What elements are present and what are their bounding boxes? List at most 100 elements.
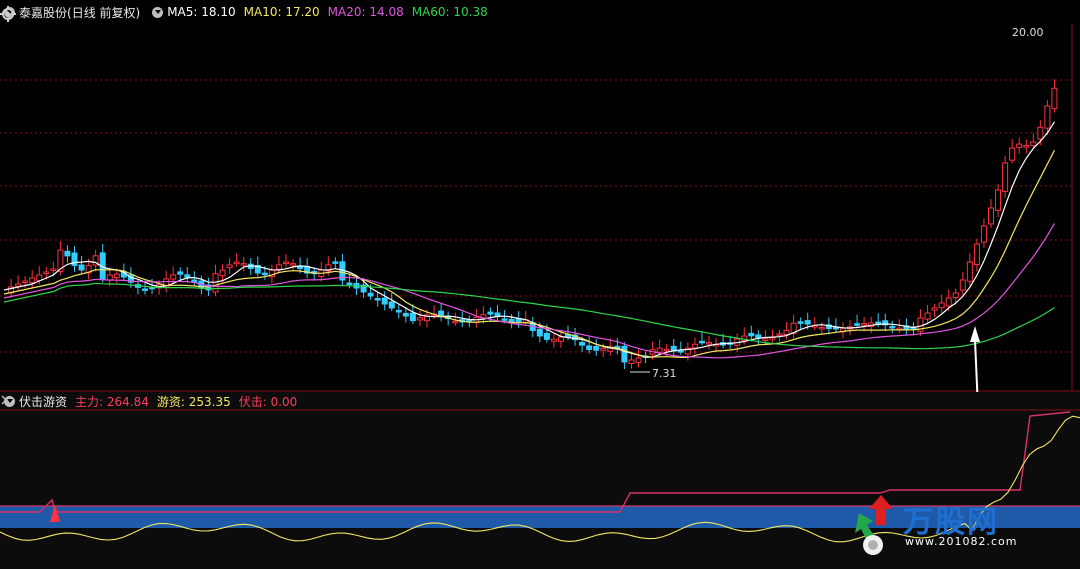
candle-body: [663, 348, 670, 352]
candle-body: [346, 282, 353, 285]
close-icon[interactable]: [0, 394, 12, 406]
candle-body: [29, 277, 36, 283]
candle-body: [275, 264, 282, 270]
candle-body: [980, 225, 987, 243]
candle-body: [995, 189, 1002, 211]
candle-body: [536, 328, 543, 337]
candle-body: [261, 272, 268, 276]
candle-body: [854, 323, 861, 326]
candle-body: [78, 264, 85, 271]
candle-body: [409, 312, 416, 322]
candle-body: [290, 263, 297, 266]
candle-body: [1051, 87, 1058, 110]
candle-body: [924, 312, 931, 320]
candle-body: [501, 318, 508, 321]
candle-body: [1030, 141, 1037, 147]
ma60-value: MA60: 10.38: [411, 5, 488, 19]
candle-body: [1037, 126, 1044, 140]
price-top-label: 20.00: [1012, 26, 1044, 39]
ma60-line: [3, 282, 1055, 350]
candle-body: [233, 261, 240, 265]
signal-arrow-head: [970, 326, 980, 342]
candle-body: [113, 273, 120, 279]
ma20-line: [3, 223, 1056, 359]
candle-body: [36, 274, 43, 281]
candle-body: [635, 357, 642, 363]
candle-body: [283, 261, 289, 265]
candle-body: [755, 334, 762, 339]
candle-body: [543, 332, 550, 340]
price-chart-panel[interactable]: 20.00 7.31 泰嘉股份 (日线 前复权) MA5: 18.10 MA10:…: [0, 0, 1080, 392]
candle-body: [959, 279, 966, 291]
candle-body: [776, 333, 783, 336]
candle-body: [240, 263, 247, 266]
candle-body: [1016, 143, 1023, 148]
candle-body: [557, 336, 564, 342]
period-label[interactable]: (日线 前复权): [67, 4, 140, 21]
candle-body: [219, 269, 226, 277]
candle-body: [931, 307, 938, 311]
candle-body: [628, 359, 635, 364]
candle-body: [374, 298, 381, 301]
candle-body: [452, 320, 459, 324]
ma-dropdown-icon[interactable]: [152, 6, 164, 18]
candlestick-chart[interactable]: 20.00 7.31: [0, 0, 1080, 392]
candle-body: [579, 341, 586, 346]
candle-body: [64, 250, 71, 257]
candle-body: [945, 297, 952, 307]
candle-body: [367, 292, 374, 297]
candle-body: [395, 309, 402, 313]
candle-body: [677, 350, 684, 353]
stock-name: 泰嘉股份: [19, 5, 68, 20]
candle-body: [593, 346, 600, 351]
candle-body: [804, 320, 811, 325]
settings-icon[interactable]: [0, 6, 16, 22]
candle-body: [1009, 147, 1016, 161]
candle-body: [586, 345, 593, 350]
watermark-url: www.201082.com: [905, 535, 1018, 548]
candle-body: [952, 292, 959, 299]
candle-body: [402, 312, 409, 317]
candle-body: [550, 338, 557, 342]
candle-body: [861, 323, 868, 326]
candle-body: [50, 268, 57, 271]
candle-body: [142, 288, 148, 291]
candle-body: [656, 347, 663, 353]
candle-body: [889, 325, 896, 329]
candle-body: [621, 345, 628, 363]
candle-body: [1002, 162, 1009, 192]
watermark-logo: 万股网 www.201082.com: [855, 491, 1060, 561]
ma20-value: MA20: 14.08: [327, 5, 404, 19]
candle-body: [875, 321, 882, 325]
candle-body: [508, 318, 515, 322]
low-marker-label: 7.31: [652, 367, 677, 380]
candle-body: [783, 329, 790, 335]
candle-body: [988, 207, 994, 225]
candle-body: [494, 312, 501, 317]
candle-body: [691, 343, 698, 349]
candle-body: [966, 261, 973, 282]
candle-body: [1044, 105, 1051, 129]
candle-body: [226, 264, 233, 269]
candle-body: [332, 261, 339, 264]
candle-body: [698, 340, 705, 344]
candle-body: [170, 274, 177, 280]
indicator-ambush: 伏击: 0.00: [238, 394, 298, 409]
candle-body: [438, 310, 445, 317]
candle-body: [177, 271, 184, 275]
price-chart-header: 泰嘉股份 (日线 前复权) MA5: 18.10 MA10: 17.20 MA2…: [0, 0, 1080, 24]
candle-body: [487, 311, 494, 315]
candle-body: [938, 302, 945, 309]
candle-body: [22, 280, 29, 283]
candle-body: [762, 338, 769, 342]
ma10-value: MA10: 17.20: [243, 5, 320, 19]
ma5-line: [3, 121, 1056, 358]
signal-arrow: [974, 339, 979, 392]
candle-body: [973, 243, 980, 266]
candle-body: [15, 283, 22, 287]
candle-body: [43, 271, 50, 274]
candle-body: [748, 332, 755, 337]
arrow-logo-icon: [855, 495, 893, 555]
candle-body: [388, 301, 395, 309]
indicator-name[interactable]: 伏击游资: [19, 393, 67, 410]
